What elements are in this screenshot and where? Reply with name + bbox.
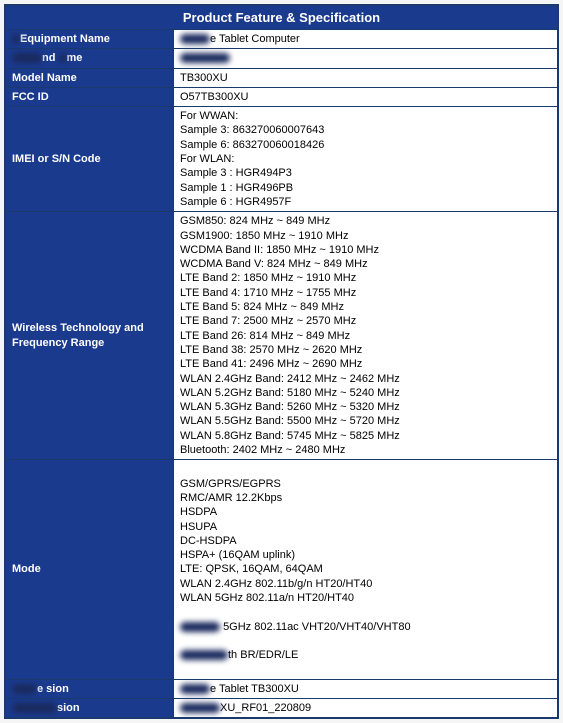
row-sw-version: sion XU_RF01_220809 bbox=[5, 699, 558, 719]
value-imei: For WWAN: Sample 3: 863270060007643 Samp… bbox=[174, 107, 559, 212]
value-mode: GSM/GPRS/EGPRS RMC/AMR 12.2Kbps HSDPA HS… bbox=[174, 460, 559, 679]
row-mode: Mode GSM/GPRS/EGPRS RMC/AMR 12.2Kbps HSD… bbox=[5, 460, 558, 679]
value-brand-name bbox=[174, 49, 559, 68]
label-imei: IMEI or S/N Code bbox=[5, 107, 174, 212]
label-brand-name: nd me bbox=[5, 49, 174, 68]
value-model-name: TB300XU bbox=[174, 68, 559, 87]
label-wireless: Wireless Technology and Frequency Range bbox=[5, 212, 174, 460]
label-model-name: Model Name bbox=[5, 68, 174, 87]
value-wireless: GSM850: 824 MHz ~ 849 MHz GSM1900: 1850 … bbox=[174, 212, 559, 460]
row-hw-version: e sion e Tablet TB300XU bbox=[5, 679, 558, 698]
label-fcc-id: FCC ID bbox=[5, 87, 174, 106]
value-hw-version: e Tablet TB300XU bbox=[174, 679, 559, 698]
row-model-name: Model Name TB300XU bbox=[5, 68, 558, 87]
value-equipment-name: e Tablet Computer bbox=[174, 30, 559, 49]
value-fcc-id: O57TB300XU bbox=[174, 87, 559, 106]
label-sw-version: sion bbox=[5, 699, 174, 719]
row-fcc-id: FCC ID O57TB300XU bbox=[5, 87, 558, 106]
table-header: Product Feature & Specification bbox=[5, 5, 558, 30]
label-mode: Mode bbox=[5, 460, 174, 679]
value-sw-version: XU_RF01_220809 bbox=[174, 699, 559, 719]
spec-table: Product Feature & Specification Equipmen… bbox=[4, 4, 559, 719]
row-brand-name: nd me bbox=[5, 49, 558, 68]
row-imei: IMEI or S/N Code For WWAN: Sample 3: 863… bbox=[5, 107, 558, 212]
label-equipment-name: Equipment Name bbox=[5, 30, 174, 49]
row-wireless: Wireless Technology and Frequency Range … bbox=[5, 212, 558, 460]
row-equipment-name: Equipment Name e Tablet Computer bbox=[5, 30, 558, 49]
label-hw-version: e sion bbox=[5, 679, 174, 698]
